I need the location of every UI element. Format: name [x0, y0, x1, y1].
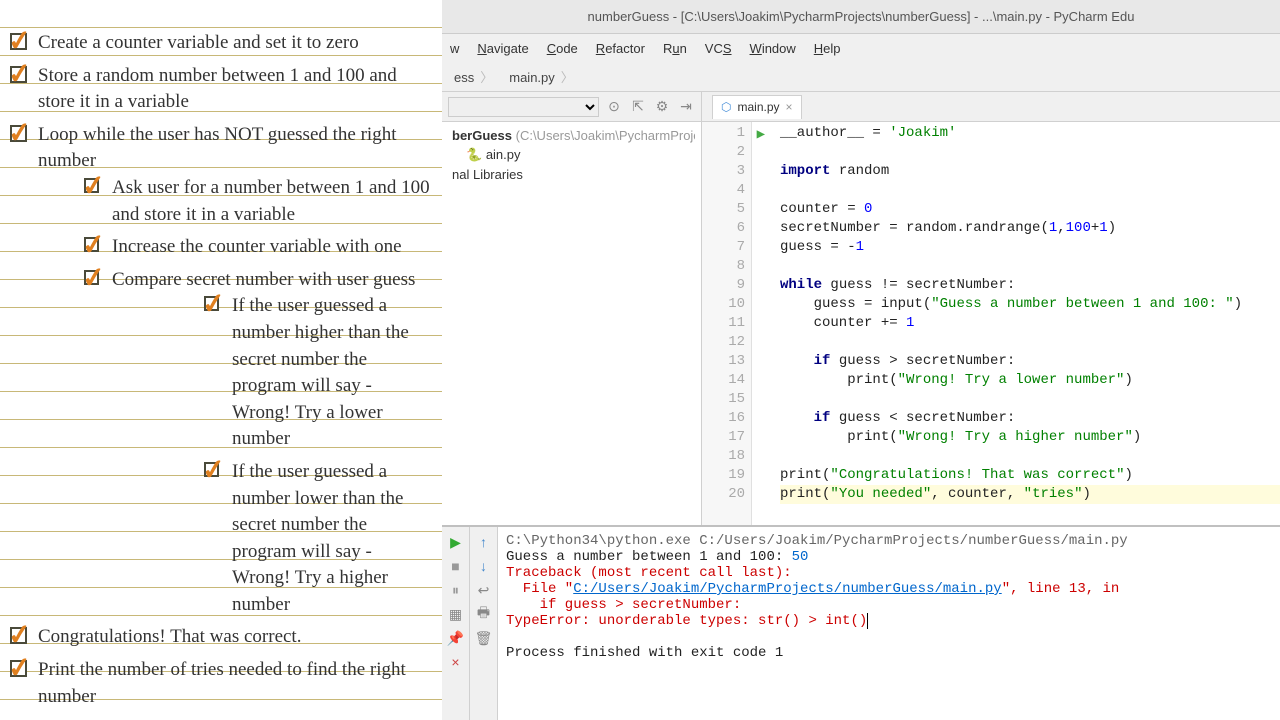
window-title-bar: numberGuess - [C:\Users\Joakim\PycharmPr… — [442, 0, 1280, 34]
ide-window: numberGuess - [C:\Users\Joakim\PycharmPr… — [442, 0, 1280, 720]
window-title: numberGuess - [C:\Users\Joakim\PycharmPr… — [588, 9, 1135, 24]
note-subsubitem: ✓If the user guessed a number higher tha… — [204, 293, 432, 453]
menu-help[interactable]: Help — [814, 41, 841, 56]
tree-external-libs[interactable]: nal Libraries — [448, 165, 695, 184]
settings-gear-icon[interactable]: ⚙ — [653, 98, 671, 116]
note-item: ✓Congratulations! That was correct. — [10, 624, 432, 651]
note-item: ✓Print the number of tries needed to fin… — [10, 657, 432, 710]
run-gutter-icon[interactable]: ▶ — [757, 126, 765, 145]
breadcrumb-project[interactable]: ess — [446, 67, 501, 86]
note-item: ✓Loop while the user has NOT guessed the… — [10, 122, 432, 619]
sticky-notes-panel: ✓Create a counter variable and set it to… — [0, 0, 442, 720]
close-tab-icon[interactable]: × — [786, 100, 793, 114]
scroll-from-source-icon[interactable]: ⊙ — [605, 98, 623, 116]
note-subitem: ✓Ask user for a number between 1 and 100… — [84, 175, 432, 228]
menu-code[interactable]: Code — [547, 41, 578, 56]
hide-icon[interactable]: ⇥ — [677, 98, 695, 116]
project-tree-panel: ⊙ ⇱ ⚙ ⇥ berGuess (C:\Users\Joakim\Pychar… — [442, 92, 702, 525]
soft-wrap-icon[interactable]: ↩ — [475, 581, 493, 599]
code-area[interactable]: __author__ = 'Joakim' import random coun… — [752, 122, 1280, 525]
layout-icon[interactable]: ▦ — [447, 605, 465, 623]
notes-list: ✓Create a counter variable and set it to… — [10, 30, 432, 710]
menu-run[interactable]: Run — [663, 41, 687, 56]
clear-all-icon[interactable]: 🗑 — [475, 629, 493, 647]
menu-refactor[interactable]: Refactor — [596, 41, 645, 56]
pause-icon[interactable]: ⏸ — [447, 581, 465, 599]
tree-project-root[interactable]: berGuess (C:\Users\Joakim\PycharmProject… — [448, 126, 695, 145]
editor-tabs-bar: ⬡ main.py × — [702, 92, 1280, 122]
menu-window[interactable]: Window — [750, 41, 796, 56]
line-gutter: 1▶234567891011121314151617181920 — [702, 122, 752, 525]
menu-vcs[interactable]: VCS — [705, 41, 732, 56]
note-item: ✓Store a random number between 1 and 100… — [10, 63, 432, 116]
print-icon[interactable]: 🖶 — [475, 605, 493, 623]
editor-tab-label: main.py — [737, 100, 779, 114]
console-output[interactable]: C:\Python34\python.exe C:/Users/Joakim/P… — [498, 527, 1280, 720]
project-view-select[interactable] — [448, 97, 599, 117]
breadcrumb-file[interactable]: main.py — [501, 67, 582, 86]
rerun-icon[interactable]: ▶ — [447, 533, 465, 551]
note-item: ✓Create a counter variable and set it to… — [10, 30, 432, 57]
project-tree-header: ⊙ ⇱ ⚙ ⇥ — [442, 92, 701, 122]
tree-file[interactable]: 🐍 ain.py — [448, 145, 695, 165]
run-actions-col: ▶ ■ ⏸ ▦ 📌 × — [442, 527, 470, 720]
breadcrumb-bar: ess main.py — [442, 62, 1280, 92]
run-tool-window: ▶ ■ ⏸ ▦ 📌 × ↑ ↓ ↩ 🖶 🗑 C:\Python34\python… — [442, 525, 1280, 720]
menu-view[interactable]: w — [450, 41, 459, 56]
python-file-icon: ⬡ — [721, 100, 731, 114]
pin-icon[interactable]: 📌 — [447, 629, 465, 647]
note-subitem: ✓Compare secret number with user guess ✓… — [84, 267, 432, 619]
collapse-all-icon[interactable]: ⇱ — [629, 98, 647, 116]
code-editor[interactable]: 1▶234567891011121314151617181920 __autho… — [702, 122, 1280, 525]
down-stack-icon[interactable]: ↓ — [475, 557, 493, 575]
note-subitem: ✓Increase the counter variable with one — [84, 234, 432, 261]
console-actions-col: ↑ ↓ ↩ 🖶 🗑 — [470, 527, 498, 720]
stop-icon[interactable]: ■ — [447, 557, 465, 575]
editor-tab-main[interactable]: ⬡ main.py × — [712, 95, 802, 119]
note-subsubitem: ✓If the user guessed a number lower than… — [204, 459, 432, 619]
up-stack-icon[interactable]: ↑ — [475, 533, 493, 551]
menu-bar: w Navigate Code Refactor Run VCS Window … — [442, 34, 1280, 62]
close-console-icon[interactable]: × — [447, 653, 465, 671]
menu-navigate[interactable]: Navigate — [477, 41, 528, 56]
